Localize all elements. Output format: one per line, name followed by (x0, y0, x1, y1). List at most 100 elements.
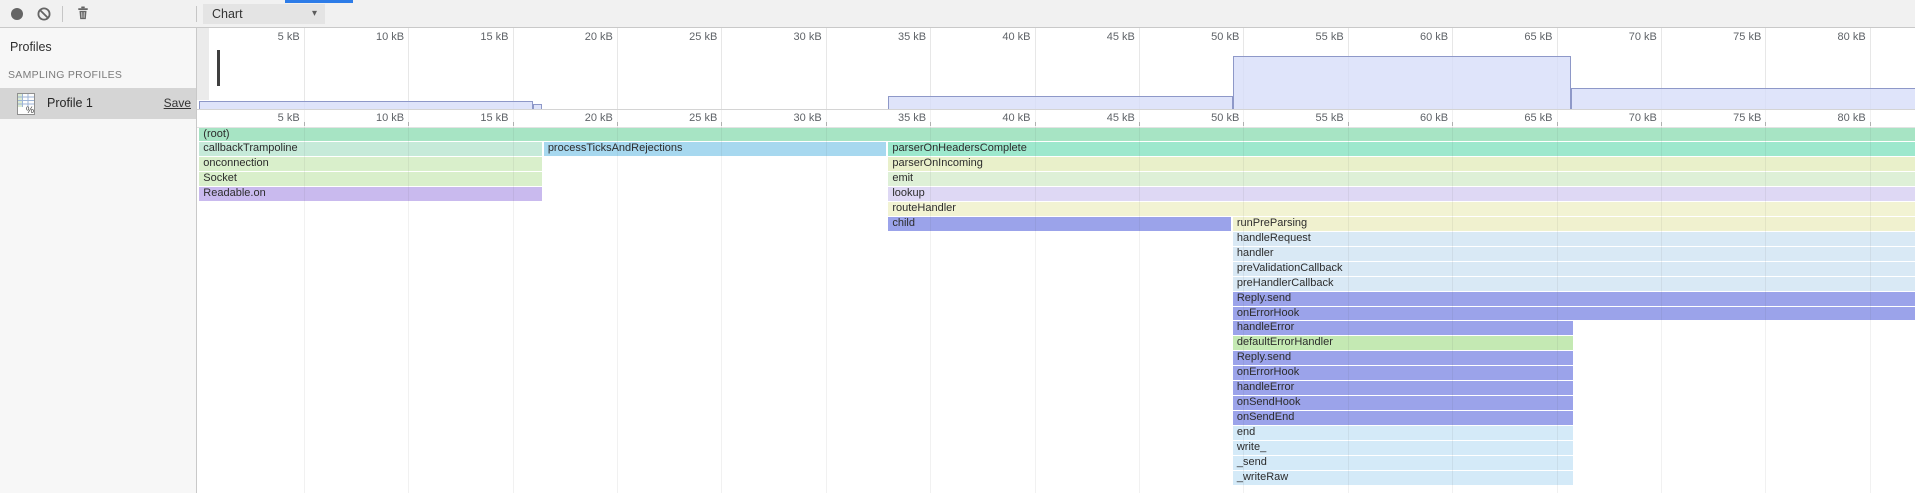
flame-bar[interactable]: handleRequest (1233, 232, 1915, 246)
flame-ruler-label: 20 kB (543, 112, 613, 124)
flame-bar[interactable]: onErrorHook (1233, 307, 1915, 321)
overview-gridline (408, 28, 409, 109)
overview-ruler-label: 35 kB (856, 31, 926, 43)
overview-ruler-label: 20 kB (543, 31, 613, 43)
overview-ruler-label: 10 kB (334, 31, 404, 43)
flame-ruler-label: 35 kB (856, 112, 926, 124)
flame-gridline (721, 110, 722, 493)
flame-bar[interactable]: onSendHook (1233, 396, 1573, 410)
chevron-down-icon: ▾ (312, 4, 317, 24)
overview-gridline (826, 28, 827, 109)
flame-bar[interactable]: callbackTrampoline (199, 142, 541, 156)
flame-gridline (1661, 110, 1662, 493)
flame-bar[interactable]: handler (1233, 247, 1915, 261)
view-mode-select[interactable]: Chart ▾ (203, 4, 325, 24)
flame-bar[interactable]: _writeRaw (1233, 471, 1573, 485)
flame-ruler-label: 40 kB (961, 112, 1031, 124)
flame-bar[interactable]: parserOnIncoming (888, 157, 1915, 171)
flame-bar[interactable]: lookup (888, 187, 1915, 201)
record-button[interactable] (10, 7, 24, 21)
flame-gridline (1139, 110, 1140, 493)
flame-bar[interactable]: preHandlerCallback (1233, 277, 1915, 291)
active-tab-indicator (285, 0, 353, 3)
sidebar-item-profile-1[interactable]: % Profile 1 Save (0, 88, 196, 119)
flame-bar[interactable]: handleError (1233, 321, 1573, 335)
flame-ruler-label: 45 kB (1065, 112, 1135, 124)
profile-document-icon: % (15, 92, 37, 116)
overview-ruler-label: 30 kB (752, 31, 822, 43)
flame-bar[interactable]: routeHandler (888, 202, 1915, 216)
overview-ruler-label: 70 kB (1587, 31, 1657, 43)
flame-bar[interactable]: Readable.on (199, 187, 541, 201)
flame-bar[interactable]: runPreParsing (1233, 217, 1915, 231)
overview-gridline (617, 28, 618, 109)
overview-ruler-label: 80 kB (1796, 31, 1866, 43)
flame-ruler-label: 60 kB (1378, 112, 1448, 124)
save-profile-link[interactable]: Save (164, 88, 191, 119)
overview-ruler-label: 55 kB (1274, 31, 1344, 43)
flame-bar[interactable]: _send (1233, 456, 1573, 470)
flame-bar[interactable]: Reply.send (1233, 351, 1573, 365)
heap-flame-chart: 5 kB 10 kB 15 kB 20 kB 25 kB 30 kB 35 kB 40 kB 4… (197, 28, 1915, 493)
flame-ruler-label: 30 kB (752, 112, 822, 124)
flame-bar[interactable]: (root) (199, 128, 1915, 142)
toolbar-separator (62, 6, 63, 22)
sidebar: Profiles SAMPLING PROFILES % Profile 1 S… (0, 28, 197, 493)
flame-bar[interactable]: processTicksAndRejections (544, 142, 886, 156)
flame-gridline (1035, 110, 1036, 493)
flame-bar[interactable]: child (888, 217, 1230, 231)
flame-gridline (617, 110, 618, 493)
overview-ruler-label: 5 kB (230, 31, 300, 43)
sampling-profiles-section-label: SAMPLING PROFILES (8, 69, 122, 81)
flame-ruler-label: 80 kB (1796, 112, 1866, 124)
overview-ruler-label: 15 kB (439, 31, 509, 43)
flame-bar[interactable]: end (1233, 426, 1573, 440)
flame-bar[interactable]: onSendEnd (1233, 411, 1573, 425)
flame-bar[interactable]: write_ (1233, 441, 1573, 455)
flame-ruler-label: 25 kB (647, 112, 717, 124)
overview-ruler-label: 65 kB (1483, 31, 1553, 43)
flame-bar[interactable]: handleError (1233, 381, 1573, 395)
overview-memory-step (888, 96, 1233, 109)
overview-gridline (721, 28, 722, 109)
flame-ruler-label: 5 kB (230, 112, 300, 124)
overview-gridline (513, 28, 514, 109)
flame-gridline (408, 110, 409, 493)
flame-ruler-label: 15 kB (439, 112, 509, 124)
flame-ruler-label: 75 kB (1691, 112, 1761, 124)
flame-bar[interactable]: Reply.send (1233, 292, 1915, 306)
flame-gridline (826, 110, 827, 493)
flame-gridline (1765, 110, 1766, 493)
flame-bar[interactable]: emit (888, 172, 1915, 186)
flame-bar[interactable]: onErrorHook (1233, 366, 1573, 380)
svg-text:%: % (26, 105, 34, 115)
flame-bar[interactable]: defaultErrorHandler (1233, 336, 1573, 350)
flame-bar[interactable]: onconnection (199, 157, 541, 171)
clear-profiles-icon[interactable] (37, 7, 51, 21)
overview-ruler-label: 25 kB (647, 31, 717, 43)
toolbar: Chart ▾ (0, 0, 1915, 28)
overview-ruler-label: 60 kB (1378, 31, 1448, 43)
flame-gridline (513, 110, 514, 493)
overview-ruler-label: 40 kB (961, 31, 1031, 43)
flame-bar[interactable]: preValidationCallback (1233, 262, 1915, 276)
flame-bar[interactable]: Socket (199, 172, 541, 186)
flame-gridline (304, 110, 305, 493)
view-mode-value: Chart (212, 7, 243, 21)
flame-gridline (1870, 110, 1871, 493)
overview-grip[interactable] (217, 50, 220, 86)
flame-bar[interactable]: parserOnHeadersComplete (888, 142, 1915, 156)
flame-ruler-label: 10 kB (334, 112, 404, 124)
overview-memory-step (1571, 88, 1915, 109)
overview-memory-step (1233, 56, 1571, 109)
trash-icon[interactable] (76, 6, 90, 20)
flame-ruler-label: 65 kB (1483, 112, 1553, 124)
flame-gridline (1348, 110, 1349, 493)
overview-unselected-region (197, 28, 209, 100)
flame-gridline (930, 110, 931, 493)
devtools-sampling-profiler: Chart ▾ Profiles SAMPLING PROFILES % Pro… (0, 0, 1915, 493)
overview-bottom-border (197, 109, 1915, 110)
overview-ruler-label: 75 kB (1691, 31, 1761, 43)
overview-gridline (304, 28, 305, 109)
flame-ruler-label: 70 kB (1587, 112, 1657, 124)
